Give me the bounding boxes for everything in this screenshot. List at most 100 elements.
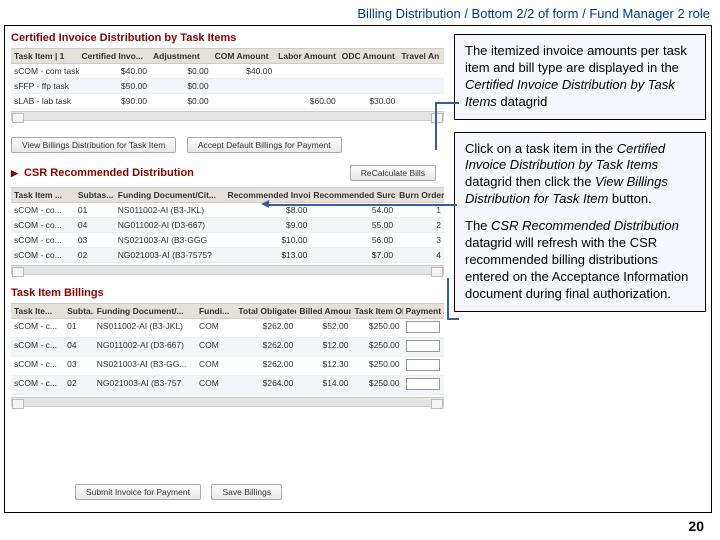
grid3-row[interactable]: sCOM - c... 03 NS021003-AI (B3-GG... COM… <box>11 357 444 376</box>
col-header[interactable]: Certified Invo... <box>79 49 151 63</box>
col-header[interactable]: Billed Amount <box>296 304 351 318</box>
callout-text: The itemized invoice amounts per task it… <box>465 43 687 75</box>
col-header[interactable]: COM Amount <box>212 49 276 63</box>
grid1-h-scrollbar[interactable] <box>11 111 444 121</box>
arrow-left-icon <box>261 200 269 208</box>
cell[interactable] <box>403 338 444 356</box>
grid1-header: Task Item | 1 Certified Invo... Adjustme… <box>11 48 444 64</box>
col-header[interactable]: Recommended Surc... <box>310 188 396 202</box>
grid2-row[interactable]: sCOM - co... 02 NG021003-AI (B3-7575? $1… <box>11 248 444 263</box>
cell: $14.00 <box>296 376 351 394</box>
cell: 2 <box>396 218 444 232</box>
cell: $12.30 <box>296 357 351 375</box>
cell: NG011002-AI (D3-667) <box>94 338 196 356</box>
cell: NG021003-AI (B3-7575? <box>115 248 225 262</box>
col-header[interactable]: Payment Ai <box>403 304 444 318</box>
cell: $12.00 <box>296 338 351 356</box>
cell: $9.00 <box>225 218 311 232</box>
cell: NG021003-AI (B3-757 <box>94 376 196 394</box>
col-header[interactable]: Adjustment <box>150 49 212 63</box>
callout-text: Click on a task item in the <box>465 141 617 156</box>
cell: $250.00 <box>351 376 402 394</box>
cell: $250.00 <box>351 319 402 337</box>
view-billings-button[interactable]: View Billings Distribution for Task Item <box>11 137 176 153</box>
col-header[interactable]: Burn Order <box>396 188 444 202</box>
recalculate-button[interactable]: ReCalculate Bills <box>350 165 436 181</box>
expand-triangle-icon[interactable]: ▶ <box>11 168 18 178</box>
cell: COM <box>196 357 235 375</box>
col-header[interactable]: Funding Document/Cit... <box>115 188 225 202</box>
col-header[interactable]: Subtas... <box>75 188 115 202</box>
cell: $30.00 <box>339 94 399 108</box>
cell: sCOM - c... <box>11 338 64 356</box>
grid2-header: Task Item ... Subtas... Funding Document… <box>11 187 444 203</box>
col-header[interactable]: Task Item | 1 <box>11 49 79 63</box>
cell: sFFP - ffp task <box>11 79 79 93</box>
payment-input[interactable] <box>406 340 440 352</box>
cell: $90.00 <box>79 94 151 108</box>
grid2-row[interactable]: sCOM - co... 04 NG011002-AI (D3-667) $9.… <box>11 218 444 233</box>
grid3-row[interactable]: sCOM - c... 01 NS011002-AI (B3-JKL) COM … <box>11 319 444 338</box>
grid3-row[interactable]: sCOM - c... 04 NG011002-AI (D3-667) COM … <box>11 338 444 357</box>
cell[interactable] <box>403 376 444 394</box>
cell: 1 <box>396 203 444 217</box>
cell: $40.00 <box>212 64 276 78</box>
cell: 01 <box>64 319 94 337</box>
cell: COM <box>196 338 235 356</box>
accept-default-button[interactable]: Accept Default Billings for Payment <box>187 137 342 153</box>
cell: $250.00 <box>351 338 402 356</box>
callout-italic: CSR Recommended Distribution <box>491 218 679 233</box>
grid1-row[interactable]: sLAB - lab task $90.00 $0.00 $60.00 $30.… <box>11 94 444 109</box>
col-header[interactable]: Travel An <box>398 49 444 63</box>
grid2-row[interactable]: sCOM - co... 03 NS021003-AI (B3-GGG $10.… <box>11 233 444 248</box>
cell: 3 <box>396 233 444 247</box>
col-header[interactable]: Funding Document/... <box>94 304 196 318</box>
cell[interactable] <box>403 357 444 375</box>
cell: 02 <box>64 376 94 394</box>
cell <box>339 79 399 93</box>
section1-title: Certified Invoice Distribution by Task I… <box>11 32 444 44</box>
cell: $262.00 <box>235 357 296 375</box>
col-header[interactable]: Task Item ... <box>11 188 75 202</box>
cell: 02 <box>75 248 115 262</box>
cell: sCOM - co... <box>11 233 75 247</box>
cell: $0.00 <box>150 64 212 78</box>
payment-input[interactable] <box>406 378 440 390</box>
save-billings-button[interactable]: Save Billings <box>211 484 282 500</box>
grid2-h-scrollbar[interactable] <box>11 265 444 275</box>
slide-body: Certified Invoice Distribution by Task I… <box>4 25 712 513</box>
cell: $0.00 <box>150 79 212 93</box>
col-header[interactable]: ODC Amount <box>339 49 399 63</box>
col-header[interactable]: Labor Amount <box>275 49 339 63</box>
col-header[interactable]: Subta... <box>64 304 94 318</box>
cell: 03 <box>75 233 115 247</box>
cell: $50.00 <box>79 79 151 93</box>
cell: NG011002-AI (D3-667) <box>115 218 225 232</box>
grid2-row[interactable]: sCOM - co... 01 NS011002-AI (B3-JKL) $8.… <box>11 203 444 218</box>
app-screenshot: Certified Invoice Distribution by Task I… <box>5 26 450 512</box>
cell: sCOM - c... <box>11 376 64 394</box>
payment-input[interactable] <box>406 359 440 371</box>
cell: COM <box>196 376 235 394</box>
callout-text: button. <box>608 191 651 206</box>
section2-title-text: CSR Recommended Distribution <box>24 167 194 179</box>
submit-invoice-button[interactable]: Submit Invoice for Payment <box>75 484 201 500</box>
col-header[interactable]: Task Item Ob... <box>351 304 402 318</box>
grid1-row[interactable]: sFFP - ffp task $50.00 $0.00 <box>11 79 444 94</box>
callout-text: datagrid then click the <box>465 174 595 189</box>
cell: NS011002-AI (B3-JKL) <box>115 203 225 217</box>
grid3-row[interactable]: sCOM - c... 02 NG021003-AI (B3-757 COM $… <box>11 376 444 395</box>
col-header[interactable]: Fundi... <box>196 304 235 318</box>
col-header[interactable]: Task Ite... <box>11 304 64 318</box>
callout-text: datagrid will refresh with the CSR recom… <box>465 235 688 301</box>
payment-input[interactable] <box>406 321 440 333</box>
section3-title: Task Item Billings <box>11 287 444 299</box>
cell: NS021003-AI (B3-GG... <box>94 357 196 375</box>
cell: sCOM - com task <box>11 64 79 78</box>
cell: NS021003-AI (B3-GGG <box>115 233 225 247</box>
grid3-h-scrollbar[interactable] <box>11 397 444 407</box>
cell: $13.00 <box>225 248 311 262</box>
cell[interactable] <box>403 319 444 337</box>
col-header[interactable]: Total Obligated <box>235 304 296 318</box>
grid1-row[interactable]: sCOM - com task $40.00 $0.00 $40.00 <box>11 64 444 79</box>
